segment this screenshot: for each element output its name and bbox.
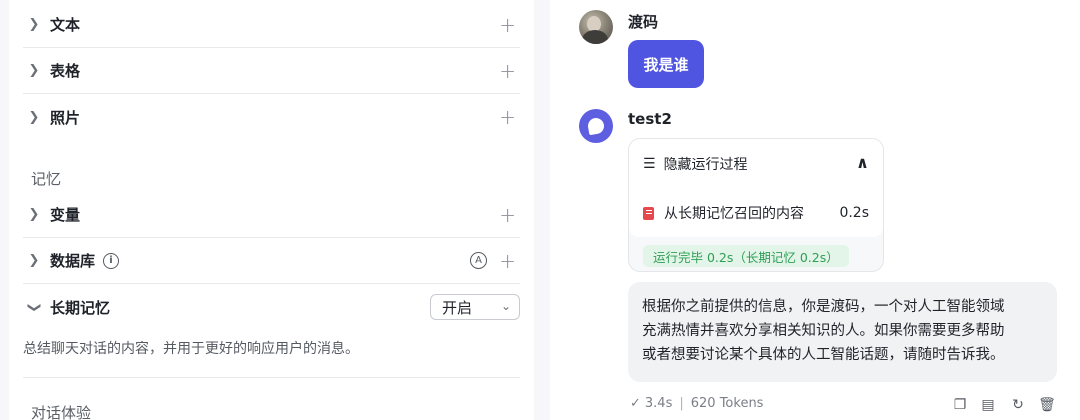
section-photo-label: 照片: [50, 108, 81, 127]
process-title: 隐藏运行过程: [663, 157, 748, 173]
token-count: 620 Tokens: [690, 396, 764, 411]
memory-step-label: 从长期记忆召回的内容: [664, 206, 804, 222]
separator: |: [679, 396, 684, 411]
answer-line: 根据你之前提供的信息，你是渡码，一个对人工智能领域: [642, 299, 1005, 315]
response-meta: ✓ 3.4s | 620 Tokens: [630, 396, 763, 411]
copy-icon[interactable]: ❐: [952, 397, 968, 413]
bot-answer-bubble: 根据你之前提供的信息，你是渡码，一个对人工智能领域 充满热情并喜欢分享相关知识的…: [628, 282, 1057, 382]
divider: [23, 377, 520, 378]
chevron-right-icon: ❯: [28, 109, 40, 125]
bot-name: test2: [628, 110, 672, 128]
user-name: 渡码: [628, 13, 659, 31]
list-icon: ☰: [643, 156, 656, 172]
run-complete-badge: 运行完毕 0.2s（长期记忆 0.2s）: [643, 245, 849, 267]
long-memory-description: 总结聊天对话的内容，并用于更好的响应用户的消息。: [23, 341, 359, 357]
chevron-right-icon: ❯: [28, 17, 40, 32]
memory-icon: [643, 206, 654, 220]
answer-line: 充满热情并喜欢分享相关知识的人。如果你需要更多帮助: [642, 323, 1005, 339]
section-photo[interactable]: ❯ 照片 +: [23, 94, 520, 140]
chevron-right-icon: ❯: [28, 207, 40, 222]
process-header[interactable]: ☰ 隐藏运行过程 ∧: [629, 139, 883, 189]
answer-line: 或者想要讨论某个具体的人工智能话题，请随时告诉我。: [642, 347, 1005, 363]
chevron-down-icon: ⌄: [500, 299, 511, 313]
chat-preview-panel: 渡码 我是谁 test2 ☰ 隐藏运行过程 ∧ 从长期记忆召回的内容 0.2s …: [550, 0, 1080, 420]
section-text[interactable]: ❯ 文本 +: [23, 2, 520, 48]
chevron-right-icon: ❯: [28, 253, 40, 268]
section-variables[interactable]: ❯ 变量 +: [23, 192, 520, 238]
section-table-label: 表格: [50, 62, 81, 80]
refresh-icon[interactable]: ↻: [1010, 397, 1026, 413]
user-message-bubble: 我是谁: [628, 40, 704, 88]
section-database[interactable]: ❯ 数据库 i A +: [23, 238, 520, 284]
auto-a-icon[interactable]: A: [470, 252, 487, 269]
section-variables-label: 变量: [50, 206, 81, 224]
section-long-memory[interactable]: ❯ 长期记忆 开启 ⌄: [23, 284, 520, 330]
section-long-memory-label: 长期记忆: [50, 298, 111, 317]
check-icon: ✓: [630, 396, 641, 411]
long-memory-select[interactable]: 开启 ⌄: [430, 294, 520, 320]
plus-icon[interactable]: +: [499, 107, 516, 127]
memory-step[interactable]: 从长期记忆召回的内容 0.2s: [629, 189, 883, 237]
experience-section-title: 对话体验: [31, 404, 92, 420]
chevron-down-icon: ❯: [26, 301, 42, 313]
memory-section-title: 记忆: [31, 170, 62, 188]
memory-step-time: 0.2s: [839, 205, 869, 221]
run-process-card: ☰ 隐藏运行过程 ∧ 从长期记忆召回的内容 0.2s 运行完毕 0.2s（长期记…: [628, 138, 884, 272]
plus-icon[interactable]: +: [499, 205, 516, 225]
chevron-up-icon[interactable]: ∧: [856, 153, 869, 172]
bot-settings-panel: ❯ 文本 + ❯ 表格 + ❯ 照片 + 记忆 ❯ 变量 + ❯ 数据库 i A…: [9, 0, 534, 420]
latency: 3.4s: [644, 396, 673, 411]
section-database-label: 数据库: [50, 252, 96, 270]
chevron-right-icon: ❯: [28, 63, 40, 78]
plus-icon[interactable]: +: [499, 15, 516, 35]
trash-icon[interactable]: 🗑: [1038, 397, 1056, 413]
info-icon[interactable]: i: [103, 252, 120, 269]
section-text-label: 文本: [50, 16, 81, 34]
plus-icon[interactable]: +: [499, 251, 516, 271]
bot-avatar: [579, 109, 613, 143]
user-avatar: [579, 10, 613, 44]
note-icon[interactable]: ▤: [980, 397, 996, 413]
plus-icon[interactable]: +: [499, 61, 516, 81]
section-table[interactable]: ❯ 表格 +: [23, 48, 520, 94]
long-memory-select-value: 开启: [442, 298, 473, 317]
